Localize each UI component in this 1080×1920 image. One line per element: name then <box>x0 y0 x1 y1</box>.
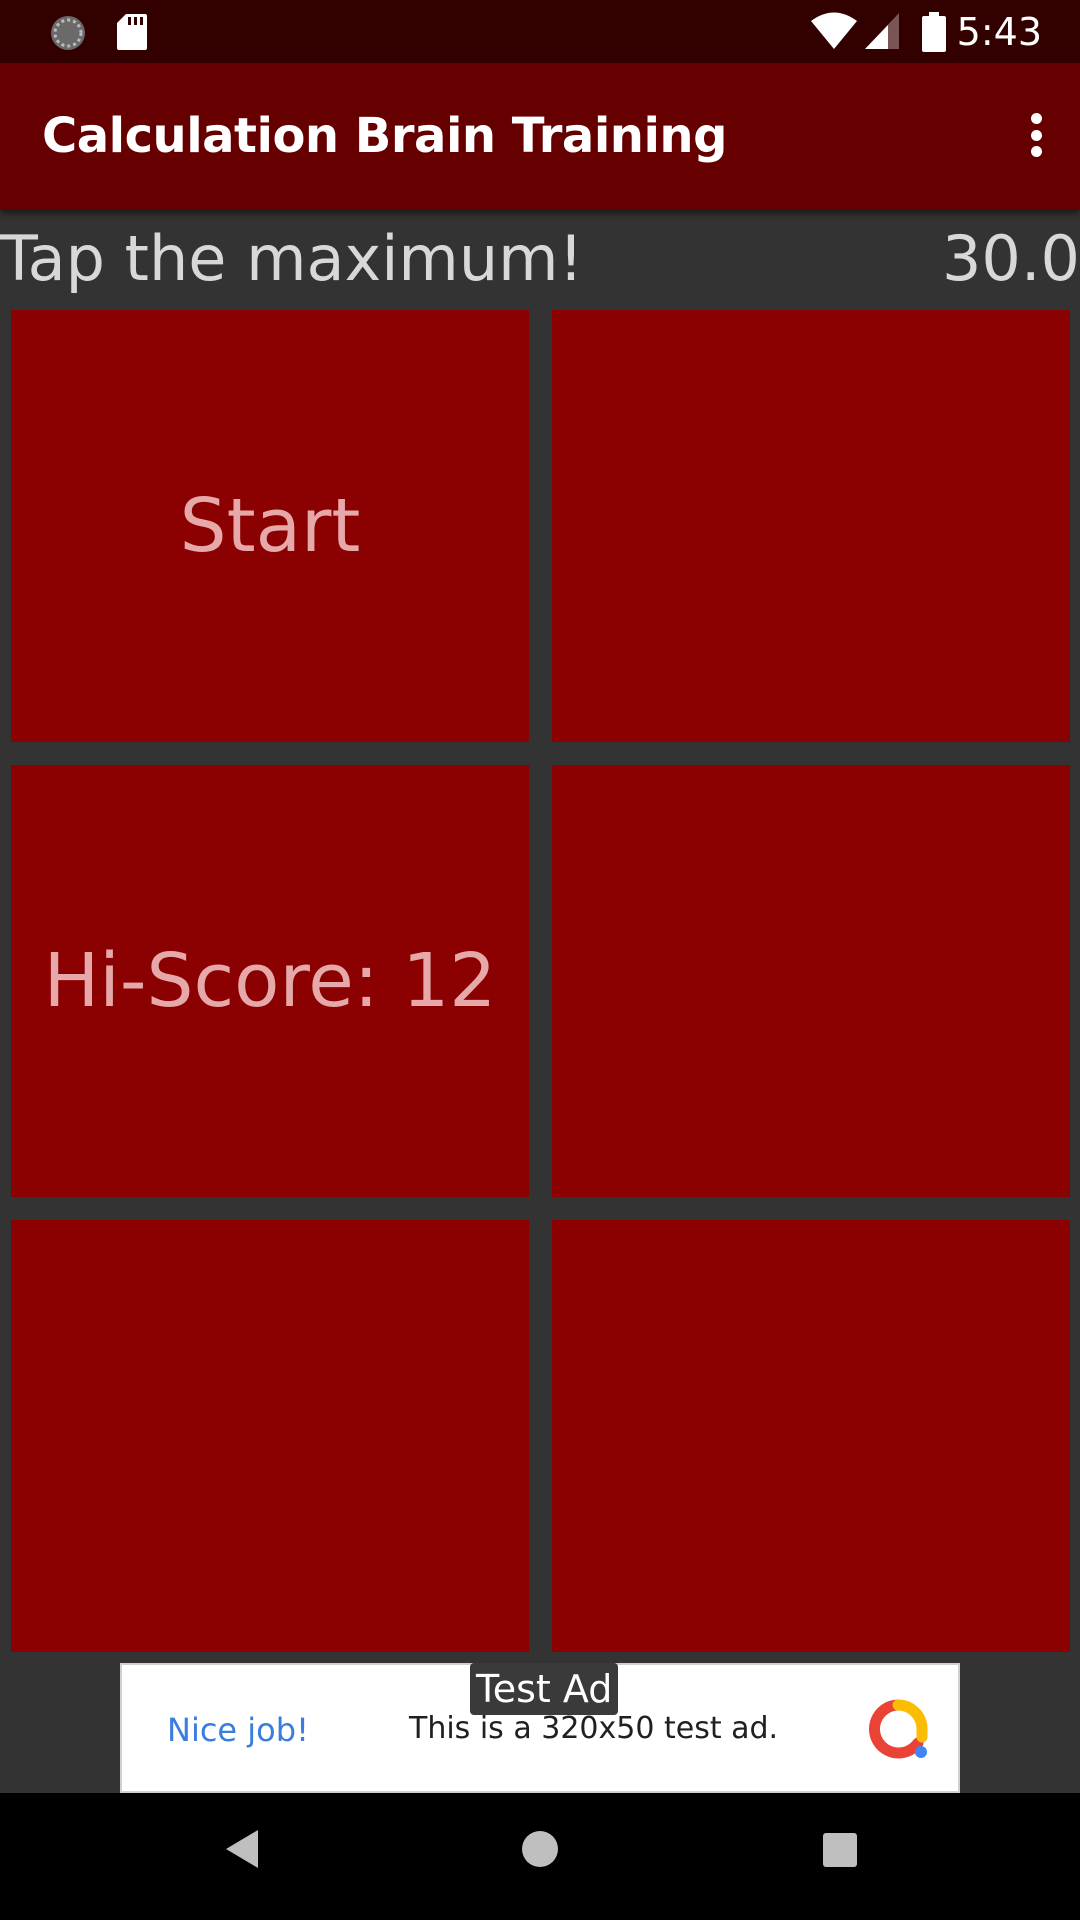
timer-display: 30.0 <box>941 222 1080 295</box>
start-button[interactable]: Start <box>11 310 529 742</box>
grid-cell-bottom-left[interactable] <box>11 1220 529 1652</box>
hi-score-cell[interactable]: Hi-Score: 12 <box>11 765 529 1197</box>
home-icon[interactable] <box>520 1827 560 1875</box>
battery-icon <box>922 12 946 56</box>
wifi-icon <box>810 12 858 54</box>
ad-badge: Test Ad <box>470 1663 619 1715</box>
instruction-text: Tap the maximum! <box>0 222 584 295</box>
ad-body-text: This is a 320x50 test ad. <box>409 1711 779 1746</box>
app-bar: Calculation Brain Training <box>0 63 1080 210</box>
sd-card-icon <box>116 13 148 55</box>
nav-bar <box>0 1793 1080 1920</box>
status-time: 5:43 <box>956 10 1042 54</box>
ad-logo-icon <box>866 1697 930 1761</box>
status-bar: 5:43 <box>0 0 1080 63</box>
grid-cell-top-right[interactable] <box>552 310 1070 742</box>
overflow-menu-icon[interactable] <box>1016 105 1056 165</box>
grid-cell-bottom-right[interactable] <box>552 1220 1070 1652</box>
menu-dot <box>1030 113 1042 124</box>
ad-headline: Nice job! <box>167 1711 309 1749</box>
menu-dot <box>1030 146 1042 157</box>
signal-icon <box>864 12 900 54</box>
grid-cell-middle-right[interactable] <box>552 765 1070 1197</box>
back-icon[interactable] <box>222 1827 262 1875</box>
sync-icon <box>48 13 88 57</box>
menu-dot <box>1030 129 1042 141</box>
app-title: Calculation Brain Training <box>42 108 727 164</box>
recents-icon[interactable] <box>820 1827 860 1875</box>
